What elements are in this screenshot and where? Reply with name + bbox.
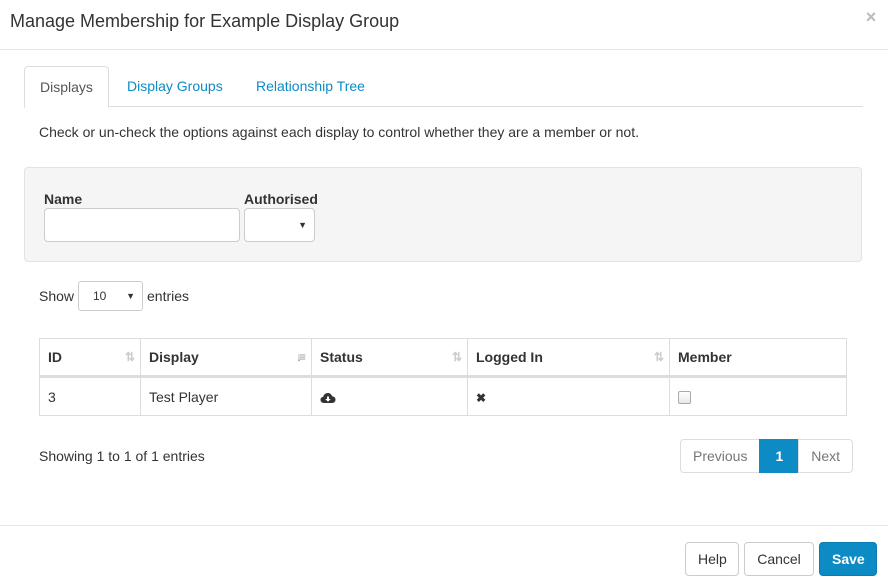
- authorised-label: Authorised: [244, 191, 318, 207]
- column-label: Status: [320, 349, 363, 365]
- help-text: Check or un-check the options against ea…: [39, 124, 639, 140]
- name-label: Name: [44, 191, 83, 207]
- chevron-down-icon: ▼: [298, 220, 307, 230]
- column-label: Logged In: [476, 349, 543, 365]
- sort-icon: ⇅: [451, 350, 462, 364]
- show-label: Show: [39, 288, 75, 304]
- sort-ascending-icon: ↓≡: [295, 350, 306, 364]
- modal-header: Manage Membership for Example Display Gr…: [0, 0, 888, 50]
- tab-display-groups[interactable]: Display Groups: [112, 66, 238, 107]
- pagination: Previous 1 Next: [680, 439, 854, 473]
- authorised-select[interactable]: ▼: [244, 208, 315, 242]
- column-header-logged-in[interactable]: Logged In ⇅: [467, 338, 670, 378]
- modal-footer: Help Cancel Save: [0, 525, 888, 586]
- name-filter-input[interactable]: [44, 208, 240, 242]
- filter-panel: Name Authorised ▼: [24, 167, 862, 262]
- page-1-button[interactable]: 1: [759, 439, 800, 473]
- tab-displays[interactable]: Displays: [24, 66, 109, 108]
- close-icon[interactable]: ×: [864, 8, 878, 26]
- sort-icon: ⇅: [653, 350, 664, 364]
- column-header-member: Member: [669, 338, 847, 378]
- column-header-status[interactable]: Status ⇅: [311, 338, 468, 378]
- logged-out-icon: ✖: [476, 390, 487, 405]
- cell-logged-in: ✖: [467, 376, 670, 416]
- previous-page-button[interactable]: Previous: [680, 439, 761, 473]
- table-row: 3 Test Player ✖: [39, 376, 847, 416]
- page-length-select[interactable]: 10 ▼: [78, 281, 143, 311]
- entries-label: entries: [147, 288, 190, 304]
- save-button[interactable]: Save: [819, 542, 877, 576]
- cloud-download-icon: [320, 392, 336, 403]
- tab-relationship-tree[interactable]: Relationship Tree: [241, 66, 380, 107]
- column-label: ID: [48, 349, 62, 365]
- cell-id: 3: [39, 376, 141, 416]
- sort-icon: ⇅: [124, 350, 135, 364]
- column-header-id[interactable]: ID ⇅: [39, 338, 141, 378]
- help-button[interactable]: Help: [685, 542, 739, 576]
- member-checkbox[interactable]: [678, 391, 691, 405]
- column-label: Member: [678, 349, 732, 365]
- modal-title: Manage Membership for Example Display Gr…: [10, 11, 400, 31]
- displays-table: ID ⇅ Display ↓≡ Status ⇅ Logged In ⇅ Mem…: [39, 338, 847, 416]
- cell-display: Test Player: [140, 376, 312, 416]
- column-label: Display: [149, 349, 199, 365]
- page-length-value: 10: [93, 289, 107, 303]
- cell-status: [311, 376, 468, 416]
- table-info: Showing 1 to 1 of 1 entries: [39, 448, 205, 464]
- table-header-row: ID ⇅ Display ↓≡ Status ⇅ Logged In ⇅ Mem…: [39, 338, 847, 378]
- next-page-button[interactable]: Next: [798, 439, 854, 473]
- column-header-display[interactable]: Display ↓≡: [140, 338, 312, 378]
- cell-member: [669, 376, 847, 416]
- cancel-button[interactable]: Cancel: [744, 542, 814, 576]
- tab-bar: Displays Display Groups Relationship Tre…: [24, 66, 863, 108]
- chevron-down-icon: ▼: [126, 291, 135, 301]
